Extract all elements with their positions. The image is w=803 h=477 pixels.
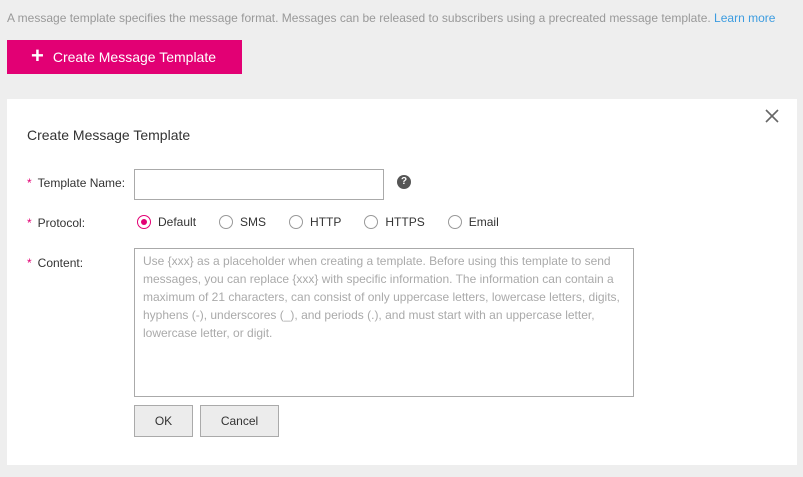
radio-button[interactable] bbox=[289, 215, 304, 229]
radio-button[interactable] bbox=[219, 215, 234, 229]
create-message-template-button[interactable]: + Create Message Template bbox=[7, 40, 242, 74]
protocol-radio-group: Default SMS HTTP HTTPS Email bbox=[137, 215, 522, 229]
protocol-label: * Protocol: bbox=[27, 216, 86, 230]
create-button-label: Create Message Template bbox=[52, 49, 217, 65]
learn-more-link[interactable]: Learn more bbox=[714, 11, 775, 25]
dialog-title: Create Message Template bbox=[27, 127, 191, 143]
required-mark: * bbox=[27, 176, 32, 190]
intro-text: A message template specifies the message… bbox=[7, 11, 775, 25]
cancel-button[interactable]: Cancel bbox=[200, 405, 279, 437]
protocol-option-https[interactable]: HTTPS bbox=[364, 215, 425, 229]
protocol-option-default[interactable]: Default bbox=[137, 215, 196, 229]
required-mark: * bbox=[27, 256, 32, 270]
template-name-label: * Template Name: bbox=[27, 176, 126, 190]
radio-button-checked[interactable] bbox=[137, 215, 151, 229]
intro-description: A message template specifies the message… bbox=[7, 11, 711, 25]
protocol-option-sms[interactable]: SMS bbox=[219, 215, 266, 229]
content-textarea[interactable] bbox=[134, 248, 634, 397]
close-icon[interactable] bbox=[763, 107, 781, 125]
protocol-option-http[interactable]: HTTP bbox=[289, 215, 341, 229]
question-circle-icon[interactable]: ? bbox=[397, 175, 411, 189]
ok-button[interactable]: OK bbox=[134, 405, 193, 437]
radio-button[interactable] bbox=[364, 215, 379, 229]
required-mark: * bbox=[27, 216, 32, 230]
template-name-input[interactable] bbox=[134, 169, 384, 200]
create-template-dialog: Create Message Template * Template Name: … bbox=[7, 99, 797, 465]
protocol-option-email[interactable]: Email bbox=[447, 215, 499, 229]
content-label: * Content: bbox=[27, 256, 84, 270]
plus-icon: + bbox=[31, 43, 44, 68]
radio-button[interactable] bbox=[447, 215, 462, 229]
